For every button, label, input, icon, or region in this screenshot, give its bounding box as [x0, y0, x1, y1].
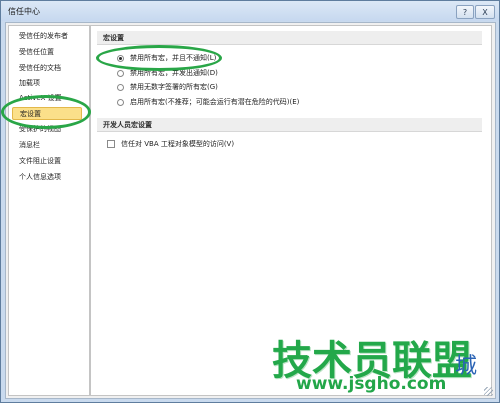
help-button[interactable]: ?: [456, 5, 474, 19]
macro-option-enable-all[interactable]: 启用所有宏(不推荐；可能会运行有潜在危险的代码)(E): [117, 96, 299, 108]
sidebar-item-trusted-publishers[interactable]: 受信任的发布者: [19, 30, 68, 43]
sidebar-item-privacy-options[interactable]: 个人信息选项: [19, 171, 61, 184]
option-label: 信任对 VBA 工程对象模型的访问(V): [121, 140, 235, 148]
option-label: 禁用无数字签署的所有宏(G): [130, 83, 218, 91]
sidebar-item-trusted-locations[interactable]: 受信任位置: [19, 46, 54, 59]
macro-option-disable-notify[interactable]: 禁用所有宏，并发出通知(D): [117, 67, 218, 79]
option-label: 启用所有宏(不推荐；可能会运行有潜在危险的代码)(E): [130, 98, 300, 106]
radio-button[interactable]: [117, 98, 124, 106]
sidebar-item-add-ins[interactable]: 加载项: [19, 77, 40, 90]
option-label: 禁用所有宏，并发出通知(D): [130, 69, 218, 77]
macro-settings-header: 宏设置: [97, 31, 482, 45]
sidebar-item-trusted-documents[interactable]: 受信任的文档: [19, 62, 61, 75]
radio-button[interactable]: [117, 54, 124, 62]
sidebar-item-message-bar[interactable]: 消息栏: [19, 139, 40, 152]
sidebar-item-macro-settings[interactable]: 宏设置: [12, 107, 82, 120]
macro-option-disable-unsigned[interactable]: 禁用无数字签署的所有宏(G): [117, 81, 218, 93]
vba-trust-checkbox-row[interactable]: 信任对 VBA 工程对象模型的访问(V): [107, 138, 234, 150]
sidebar-item-file-block[interactable]: 文件阻止设置: [19, 155, 61, 168]
resize-grip[interactable]: [484, 387, 493, 396]
watermark-city: 城: [455, 354, 478, 379]
developer-settings-header: 开发人员宏设置: [97, 118, 482, 132]
close-button[interactable]: X: [475, 5, 495, 19]
watermark-url: www.jsgho.com: [296, 374, 447, 394]
macro-option-disable-no-notify[interactable]: 禁用所有宏，并且不通知(L): [117, 52, 216, 64]
radio-button[interactable]: [117, 83, 124, 91]
window-title: 信任中心: [8, 7, 40, 16]
radio-button[interactable]: [117, 69, 124, 77]
title-bar[interactable]: 信任中心 ? X: [1, 1, 499, 21]
checkbox[interactable]: [107, 140, 115, 148]
sidebar: 受信任的发布者 受信任位置 受信任的文档 加载项 ActiveX 设置 宏设置 …: [8, 25, 90, 396]
sidebar-item-activex[interactable]: ActiveX 设置: [19, 92, 62, 105]
option-label: 禁用所有宏，并且不通知(L): [130, 54, 217, 62]
sidebar-item-protected-view[interactable]: 受保护的视图: [19, 123, 61, 136]
